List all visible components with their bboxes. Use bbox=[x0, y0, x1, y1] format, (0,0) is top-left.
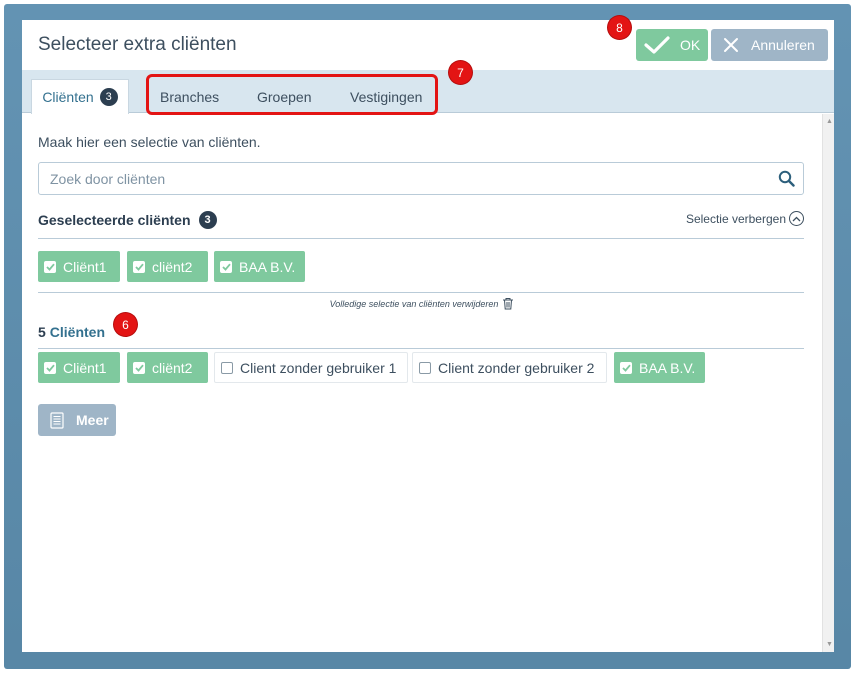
checkbox-icon bbox=[221, 361, 233, 374]
ok-button[interactable]: OK bbox=[636, 29, 708, 61]
chip-label: Cliënt1 bbox=[63, 258, 107, 275]
chip-label: BAA B.V. bbox=[239, 258, 296, 275]
cancel-button[interactable]: Annuleren bbox=[711, 29, 828, 61]
tabs-highlight-box bbox=[146, 74, 438, 115]
chip-label: cliënt2 bbox=[152, 258, 193, 275]
clear-selection-link[interactable]: Volledige selectie van cliënten verwijde… bbox=[22, 297, 822, 310]
callout-8: 8 bbox=[608, 16, 631, 39]
checkbox-icon bbox=[133, 260, 145, 273]
clear-selection-label: Volledige selectie van cliënten verwijde… bbox=[329, 298, 499, 309]
chip-label: Cliënt1 bbox=[63, 359, 107, 376]
tab-clienten-label: Cliënten bbox=[42, 89, 94, 105]
chip-label: Client zonder gebruiker 1 bbox=[240, 359, 397, 376]
clients-list-title: 5 Cliënten bbox=[38, 324, 105, 340]
chevron-up-icon bbox=[789, 211, 804, 226]
list-chip-client1[interactable]: Cliënt1 bbox=[38, 352, 120, 383]
list-chip-baa[interactable]: BAA B.V. bbox=[614, 352, 705, 383]
scrollbar[interactable]: ▲ ▼ bbox=[822, 114, 834, 652]
selected-chip-client2[interactable]: cliënt2 bbox=[127, 251, 208, 282]
trash-icon bbox=[503, 298, 514, 310]
scroll-down-arrow-icon[interactable]: ▼ bbox=[826, 641, 833, 648]
clients-word: Cliënten bbox=[49, 324, 106, 340]
more-label: Meer bbox=[76, 412, 109, 428]
chip-label: Client zonder gebruiker 2 bbox=[438, 359, 595, 376]
close-icon bbox=[724, 38, 738, 52]
callout-6: 6 bbox=[114, 313, 137, 336]
list-chip-client-zonder-2[interactable]: Client zonder gebruiker 2 bbox=[412, 352, 607, 383]
list-chip-client-zonder-1[interactable]: Client zonder gebruiker 1 bbox=[214, 352, 408, 383]
list-chip-client2[interactable]: cliënt2 bbox=[127, 352, 208, 383]
check-icon bbox=[644, 36, 670, 54]
divider bbox=[38, 238, 804, 239]
selected-chip-baa[interactable]: BAA B.V. bbox=[214, 251, 305, 282]
document-icon bbox=[50, 411, 64, 429]
divider bbox=[38, 348, 804, 349]
selected-section-title: Geselecteerde cliënten 3 bbox=[38, 211, 217, 229]
cancel-label: Annuleren bbox=[751, 37, 815, 53]
scroll-up-arrow-icon[interactable]: ▲ bbox=[826, 118, 833, 125]
checkbox-icon bbox=[220, 260, 232, 273]
checkbox-icon bbox=[419, 361, 431, 374]
divider bbox=[38, 292, 804, 293]
dialog-header: Selecteer extra cliënten OK Annuleren bbox=[22, 20, 834, 70]
more-button[interactable]: Meer bbox=[38, 404, 116, 436]
clients-count: 5 bbox=[38, 324, 46, 340]
dialog-content: Maak hier een selectie van cliënten. Ges… bbox=[22, 114, 822, 652]
selected-chip-client1[interactable]: Cliënt1 bbox=[38, 251, 120, 282]
callout-7: 7 bbox=[449, 61, 472, 84]
hide-selection-label: Selectie verbergen bbox=[685, 211, 786, 226]
checkbox-icon bbox=[44, 260, 56, 273]
chip-label: cliënt2 bbox=[152, 359, 193, 376]
intro-text: Maak hier een selectie van cliënten. bbox=[38, 134, 261, 150]
checkbox-icon bbox=[620, 361, 632, 374]
hide-selection-toggle[interactable]: Selectie verbergen bbox=[686, 211, 804, 226]
selected-count-badge: 3 bbox=[198, 211, 217, 229]
checkbox-icon bbox=[44, 361, 56, 374]
search-box bbox=[38, 162, 804, 195]
tab-clienten-badge: 3 bbox=[99, 88, 118, 106]
dialog-title: Selecteer extra cliënten bbox=[38, 34, 237, 55]
ok-label: OK bbox=[680, 37, 701, 53]
search-icon[interactable] bbox=[778, 170, 795, 187]
chip-label: BAA B.V. bbox=[639, 359, 696, 376]
selected-title-text: Geselecteerde cliënten bbox=[38, 212, 191, 228]
checkbox-icon bbox=[133, 361, 145, 374]
search-input[interactable] bbox=[39, 163, 759, 194]
tab-clienten[interactable]: Cliënten 3 bbox=[31, 79, 129, 114]
